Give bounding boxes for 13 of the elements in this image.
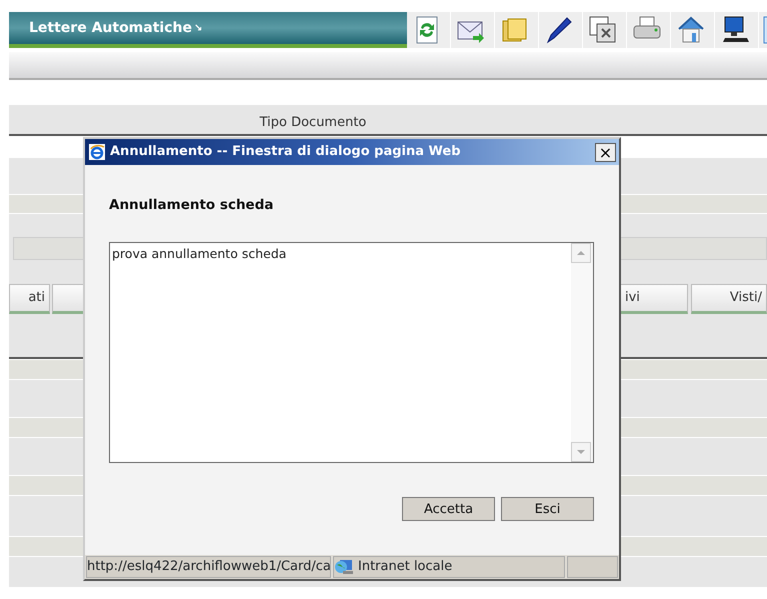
window-title: Annullamento -- Finestra di dialogo pagina Web: [110, 143, 461, 162]
status-url: http://eslq422/archiflowweb1/Card/ca: [86, 556, 331, 578]
close-button[interactable]: ×: [595, 142, 616, 162]
tab[interactable]: ivi: [620, 284, 688, 314]
text-area-field[interactable]: prova annullamento scheda: [109, 242, 594, 464]
dialog-button[interactable]: Esci: [501, 497, 594, 522]
tab[interactable]: ati: [9, 284, 50, 314]
dialog-button[interactable]: Accetta: [402, 497, 495, 522]
tab[interactable]: Visti/: [691, 284, 767, 314]
field-label: Tipo Documento: [260, 114, 366, 132]
page-title: Lettere Automatiche: [29, 18, 192, 38]
dialog-heading: Annullamento scheda: [109, 196, 274, 215]
zone-label: Intranet locale: [358, 558, 452, 576]
